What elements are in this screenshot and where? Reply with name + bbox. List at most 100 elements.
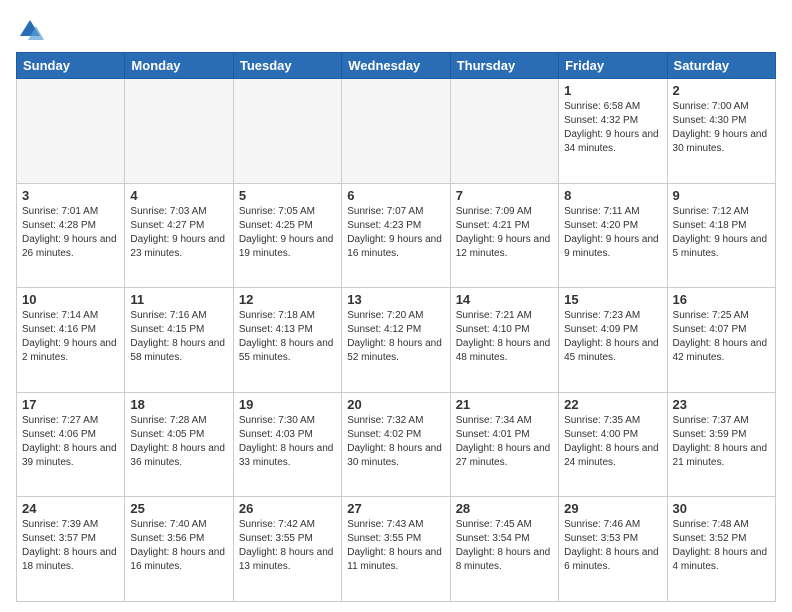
calendar-cell: 19 Sunrise: 7:30 AMSunset: 4:03 PMDayligh…	[233, 392, 341, 497]
day-number: 17	[22, 397, 119, 412]
day-info: Sunrise: 7:35 AMSunset: 4:00 PMDaylight:…	[564, 414, 661, 470]
calendar-cell: 21 Sunrise: 7:34 AMSunset: 4:01 PMDayligh…	[450, 392, 558, 497]
calendar-cell: 7 Sunrise: 7:09 AMSunset: 4:21 PMDaylight…	[450, 183, 558, 288]
header	[16, 16, 776, 44]
calendar-cell: 27 Sunrise: 7:43 AMSunset: 3:55 PMDayligh…	[342, 497, 450, 602]
day-number: 8	[564, 188, 661, 203]
calendar-cell: 26 Sunrise: 7:42 AMSunset: 3:55 PMDayligh…	[233, 497, 341, 602]
day-info: Sunrise: 7:16 AMSunset: 4:15 PMDaylight:…	[130, 309, 227, 365]
logo	[16, 16, 48, 44]
weekday-header-sunday: Sunday	[17, 53, 125, 79]
day-number: 22	[564, 397, 661, 412]
calendar-cell: 17 Sunrise: 7:27 AMSunset: 4:06 PMDayligh…	[17, 392, 125, 497]
day-number: 29	[564, 501, 661, 516]
weekday-header-saturday: Saturday	[667, 53, 775, 79]
calendar-cell: 22 Sunrise: 7:35 AMSunset: 4:00 PMDayligh…	[559, 392, 667, 497]
day-number: 11	[130, 292, 227, 307]
calendar-cell: 23 Sunrise: 7:37 AMSunset: 3:59 PMDayligh…	[667, 392, 775, 497]
day-number: 13	[347, 292, 444, 307]
day-number: 23	[673, 397, 770, 412]
calendar-cell: 12 Sunrise: 7:18 AMSunset: 4:13 PMDayligh…	[233, 288, 341, 393]
day-number: 21	[456, 397, 553, 412]
calendar-cell: 14Sunrise: 7:21 AMSunset: 4:10 PMDayligh…	[450, 288, 558, 393]
calendar-cell: 18 Sunrise: 7:28 AMSunset: 4:05 PMDayligh…	[125, 392, 233, 497]
day-info: Sunrise: 7:23 AMSunset: 4:09 PMDaylight:…	[564, 309, 661, 365]
calendar-cell: 5Sunrise: 7:05 AMSunset: 4:25 PMDaylight…	[233, 183, 341, 288]
day-info: Sunrise: 7:25 AMSunset: 4:07 PMDaylight:…	[673, 309, 770, 365]
day-number: 4	[130, 188, 227, 203]
calendar-cell	[125, 79, 233, 184]
weekday-header-monday: Monday	[125, 53, 233, 79]
day-number: 24	[22, 501, 119, 516]
day-info: Sunrise: 7:18 AMSunset: 4:13 PMDaylight:…	[239, 309, 336, 365]
day-number: 19	[239, 397, 336, 412]
day-number: 25	[130, 501, 227, 516]
day-info: Sunrise: 7:21 AMSunset: 4:10 PMDaylight:…	[456, 309, 553, 365]
calendar-cell: 1 Sunrise: 6:58 AMSunset: 4:32 PMDaylight…	[559, 79, 667, 184]
calendar-cell: 13 Sunrise: 7:20 AMSunset: 4:12 PMDayligh…	[342, 288, 450, 393]
calendar-cell: 11 Sunrise: 7:16 AMSunset: 4:15 PMDayligh…	[125, 288, 233, 393]
calendar-cell: 8 Sunrise: 7:11 AMSunset: 4:20 PMDaylight…	[559, 183, 667, 288]
day-info: Sunrise: 7:45 AMSunset: 3:54 PMDaylight:…	[456, 518, 553, 574]
day-info: Sunrise: 7:07 AMSunset: 4:23 PMDaylight:…	[347, 205, 444, 261]
day-number: 10	[22, 292, 119, 307]
calendar-cell	[233, 79, 341, 184]
day-info: Sunrise: 7:43 AMSunset: 3:55 PMDaylight:…	[347, 518, 444, 574]
day-number: 15	[564, 292, 661, 307]
day-info: Sunrise: 7:48 AMSunset: 3:52 PMDaylight:…	[673, 518, 770, 574]
weekday-header-thursday: Thursday	[450, 53, 558, 79]
day-info: Sunrise: 6:58 AMSunset: 4:32 PMDaylight:…	[564, 100, 661, 156]
calendar-cell: 3Sunrise: 7:01 AMSunset: 4:28 PMDaylight…	[17, 183, 125, 288]
day-info: Sunrise: 7:42 AMSunset: 3:55 PMDaylight:…	[239, 518, 336, 574]
day-info: Sunrise: 7:20 AMSunset: 4:12 PMDaylight:…	[347, 309, 444, 365]
day-number: 3	[22, 188, 119, 203]
calendar-cell: 30 Sunrise: 7:48 AMSunset: 3:52 PMDayligh…	[667, 497, 775, 602]
day-info: Sunrise: 7:37 AMSunset: 3:59 PMDaylight:…	[673, 414, 770, 470]
day-info: Sunrise: 7:09 AMSunset: 4:21 PMDaylight:…	[456, 205, 553, 261]
calendar-cell: 9 Sunrise: 7:12 AMSunset: 4:18 PMDaylight…	[667, 183, 775, 288]
day-info: Sunrise: 7:11 AMSunset: 4:20 PMDaylight:…	[564, 205, 661, 261]
calendar-cell	[17, 79, 125, 184]
day-info: Sunrise: 7:40 AMSunset: 3:56 PMDaylight:…	[130, 518, 227, 574]
calendar-cell: 4 Sunrise: 7:03 AMSunset: 4:27 PMDaylight…	[125, 183, 233, 288]
day-info: Sunrise: 7:14 AMSunset: 4:16 PMDaylight:…	[22, 309, 119, 365]
day-number: 16	[673, 292, 770, 307]
day-info: Sunrise: 7:03 AMSunset: 4:27 PMDaylight:…	[130, 205, 227, 261]
weekday-header-tuesday: Tuesday	[233, 53, 341, 79]
day-info: Sunrise: 7:46 AMSunset: 3:53 PMDaylight:…	[564, 518, 661, 574]
day-number: 7	[456, 188, 553, 203]
day-number: 9	[673, 188, 770, 203]
calendar-cell: 15 Sunrise: 7:23 AMSunset: 4:09 PMDayligh…	[559, 288, 667, 393]
day-info: Sunrise: 7:12 AMSunset: 4:18 PMDaylight:…	[673, 205, 770, 261]
calendar-cell: 20 Sunrise: 7:32 AMSunset: 4:02 PMDayligh…	[342, 392, 450, 497]
calendar-cell: 16 Sunrise: 7:25 AMSunset: 4:07 PMDayligh…	[667, 288, 775, 393]
calendar-cell: 28 Sunrise: 7:45 AMSunset: 3:54 PMDayligh…	[450, 497, 558, 602]
day-info: Sunrise: 7:00 AMSunset: 4:30 PMDaylight:…	[673, 100, 770, 156]
day-info: Sunrise: 7:32 AMSunset: 4:02 PMDaylight:…	[347, 414, 444, 470]
day-number: 30	[673, 501, 770, 516]
calendar-cell: 25 Sunrise: 7:40 AMSunset: 3:56 PMDayligh…	[125, 497, 233, 602]
day-info: Sunrise: 7:34 AMSunset: 4:01 PMDaylight:…	[456, 414, 553, 470]
day-number: 20	[347, 397, 444, 412]
weekday-header-friday: Friday	[559, 53, 667, 79]
day-number: 26	[239, 501, 336, 516]
day-number: 12	[239, 292, 336, 307]
day-info: Sunrise: 7:39 AMSunset: 3:57 PMDaylight:…	[22, 518, 119, 574]
calendar-cell: 24 Sunrise: 7:39 AMSunset: 3:57 PMDayligh…	[17, 497, 125, 602]
day-number: 28	[456, 501, 553, 516]
day-info: Sunrise: 7:27 AMSunset: 4:06 PMDaylight:…	[22, 414, 119, 470]
day-info: Sunrise: 7:28 AMSunset: 4:05 PMDaylight:…	[130, 414, 227, 470]
weekday-header-wednesday: Wednesday	[342, 53, 450, 79]
day-number: 27	[347, 501, 444, 516]
page: SundayMondayTuesdayWednesdayThursdayFrid…	[0, 0, 792, 612]
logo-icon	[16, 16, 44, 44]
day-number: 18	[130, 397, 227, 412]
day-info: Sunrise: 7:30 AMSunset: 4:03 PMDaylight:…	[239, 414, 336, 470]
day-number: 1	[564, 83, 661, 98]
calendar-cell: 10 Sunrise: 7:14 AMSunset: 4:16 PMDayligh…	[17, 288, 125, 393]
calendar-cell: 29 Sunrise: 7:46 AMSunset: 3:53 PMDayligh…	[559, 497, 667, 602]
calendar-table: SundayMondayTuesdayWednesdayThursdayFrid…	[16, 52, 776, 602]
day-number: 2	[673, 83, 770, 98]
calendar-cell	[342, 79, 450, 184]
day-info: Sunrise: 7:05 AMSunset: 4:25 PMDaylight:…	[239, 205, 336, 261]
